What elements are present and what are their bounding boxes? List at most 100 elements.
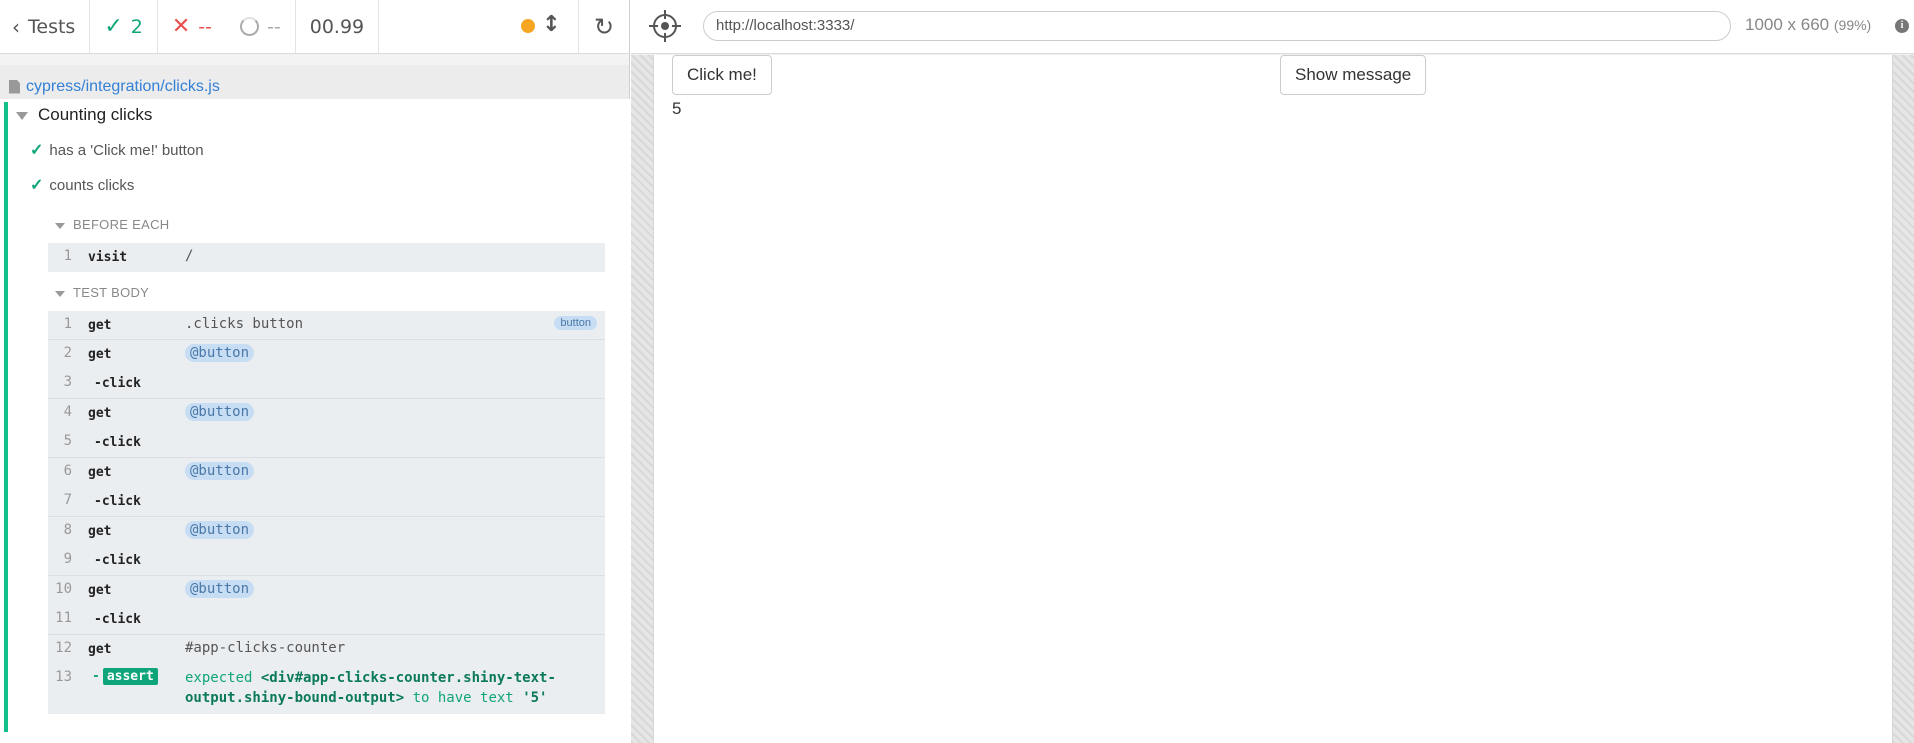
- command-row[interactable]: 3 -click: [48, 369, 605, 398]
- reload-icon[interactable]: ↻: [579, 0, 629, 53]
- command-row[interactable]: 8 get @button: [48, 517, 605, 546]
- scroll-arrows-icon[interactable]: ↕: [542, 12, 560, 37]
- command-number: 5: [63, 433, 72, 449]
- pending-circle-icon: [240, 17, 260, 36]
- aut-right-gutter: [1893, 55, 1914, 743]
- click-me-button[interactable]: Click me!: [672, 55, 772, 95]
- caret-down-icon: [16, 111, 28, 120]
- command-number: 4: [63, 404, 72, 420]
- suite-status-bar: [4, 102, 8, 732]
- command-message: @button: [185, 344, 255, 362]
- command-row[interactable]: 5 -click: [48, 428, 605, 457]
- info-icon[interactable]: i: [1895, 19, 1909, 33]
- command-name: get: [88, 465, 112, 480]
- command-message: @button: [185, 521, 255, 539]
- alias-badge: @button: [185, 403, 255, 421]
- assert-message: expected <div#app-clicks-counter.shiny-t…: [185, 668, 595, 708]
- app-under-test-panel: http://localhost:3333/ 1000 x 660 (99%) …: [631, 0, 1914, 743]
- command-message: #app-clicks-counter: [185, 640, 346, 656]
- before-each-commands: 1 visit /: [48, 243, 605, 272]
- test-row[interactable]: ✓ counts clicks: [30, 175, 134, 195]
- command-row[interactable]: 7 -click: [48, 487, 605, 516]
- hook-title: TEST BODY: [73, 285, 150, 300]
- command-number: 7: [63, 492, 72, 508]
- command-group: 6 get @button 7 -click: [48, 458, 605, 517]
- test-title: counts clicks: [49, 177, 135, 194]
- viewport-size: 1000 x 660 (99%): [1745, 15, 1871, 35]
- command-name: -click: [94, 553, 141, 568]
- command-row[interactable]: 1 visit /: [48, 243, 605, 272]
- show-message-button[interactable]: Show message: [1280, 55, 1427, 95]
- viewport-zoom: (99%): [1833, 17, 1872, 33]
- file-icon: [9, 79, 20, 94]
- aut-iframe: Click me! Show message 5: [653, 55, 1893, 743]
- alias-badge: @button: [185, 580, 255, 598]
- command-message: /: [185, 248, 194, 264]
- aut-left-gutter: [631, 55, 653, 743]
- assert-row[interactable]: 13 - assert expected <div#app-clicks-coun…: [48, 664, 605, 714]
- command-name: -click: [94, 494, 141, 509]
- duration-value: 00.99: [309, 15, 365, 38]
- test-tree: Counting clicks ✓ has a 'Click me!' butto…: [0, 99, 630, 743]
- clicks-counter: 5: [672, 99, 682, 118]
- aut-header: http://localhost:3333/ 1000 x 660 (99%) …: [631, 0, 1914, 54]
- command-number: 1: [63, 248, 72, 264]
- tests-label: Tests: [28, 15, 76, 38]
- hook-before-each[interactable]: BEFORE EACH: [55, 217, 169, 232]
- url-bar[interactable]: http://localhost:3333/: [703, 11, 1731, 41]
- failed-count: --: [198, 15, 213, 38]
- alias-badge: @button: [185, 521, 255, 539]
- viewport-dimensions: 1000 x 660: [1745, 15, 1830, 34]
- x-icon: ✕: [171, 14, 191, 39]
- hook-test-body[interactable]: TEST BODY: [55, 285, 149, 300]
- duration: 00.99: [296, 0, 380, 53]
- suite-title-text: Counting clicks: [38, 105, 153, 124]
- command-name: -click: [94, 612, 141, 627]
- command-name: visit: [88, 250, 128, 265]
- command-name: -click: [94, 435, 141, 450]
- command-name: get: [88, 406, 112, 421]
- command-number: 8: [63, 522, 72, 538]
- alias-badge: @button: [185, 344, 255, 362]
- command-name: - assert: [92, 668, 158, 685]
- command-number: 6: [63, 463, 72, 479]
- command-number: 11: [55, 610, 72, 626]
- command-number: 1: [63, 316, 72, 332]
- command-row[interactable]: 6 get @button: [48, 458, 605, 487]
- command-message: @button: [185, 462, 255, 480]
- crosshair-icon[interactable]: [649, 10, 681, 42]
- suite-title[interactable]: Counting clicks: [16, 105, 152, 125]
- command-number: 10: [55, 581, 72, 597]
- command-row[interactable]: 9 -click: [48, 546, 605, 575]
- test-reporter: ‹ Tests ✓ 2 ✕ -- -- 00.99 ↕ ↻ cypress/in…: [0, 0, 630, 743]
- test-row[interactable]: ✓ has a 'Click me!' button: [30, 140, 204, 160]
- assert-matcher: to have text: [412, 690, 514, 706]
- hook-title: BEFORE EACH: [73, 217, 170, 232]
- command-message: .clicks button: [185, 316, 304, 332]
- command-group: 10 get @button 11 -click: [48, 576, 605, 635]
- command-row[interactable]: 11 -click: [48, 605, 605, 634]
- chevron-left-icon: ‹: [12, 14, 20, 39]
- command-row[interactable]: 4 get @button: [48, 399, 605, 428]
- check-icon: ✓: [30, 142, 44, 159]
- command-message: @button: [185, 580, 255, 598]
- tests-button[interactable]: ‹ Tests: [0, 0, 91, 53]
- spec-file-link[interactable]: cypress/integration/clicks.js: [26, 78, 220, 96]
- command-row[interactable]: 10 get @button: [48, 576, 605, 605]
- check-icon: ✓: [30, 177, 44, 194]
- command-number: 2: [63, 345, 72, 361]
- command-number: 3: [63, 374, 72, 390]
- command-row[interactable]: 2 get @button: [48, 340, 605, 369]
- assert-dash: -: [92, 669, 100, 684]
- assert-badge: assert: [102, 668, 158, 685]
- status-dot-icon: [521, 19, 536, 33]
- failed-stat: ✕ --: [158, 0, 226, 53]
- command-group: 8 get @button 9 -click: [48, 517, 605, 576]
- command-row[interactable]: 12 get #app-clicks-counter: [48, 635, 605, 664]
- command-number: 12: [55, 640, 72, 656]
- command-number: 13: [55, 669, 72, 685]
- assert-expected: expected: [185, 670, 253, 686]
- pending-count: --: [267, 15, 281, 38]
- test-title: has a 'Click me!' button: [49, 142, 204, 159]
- command-row[interactable]: 1 get .clicks button button: [48, 311, 605, 340]
